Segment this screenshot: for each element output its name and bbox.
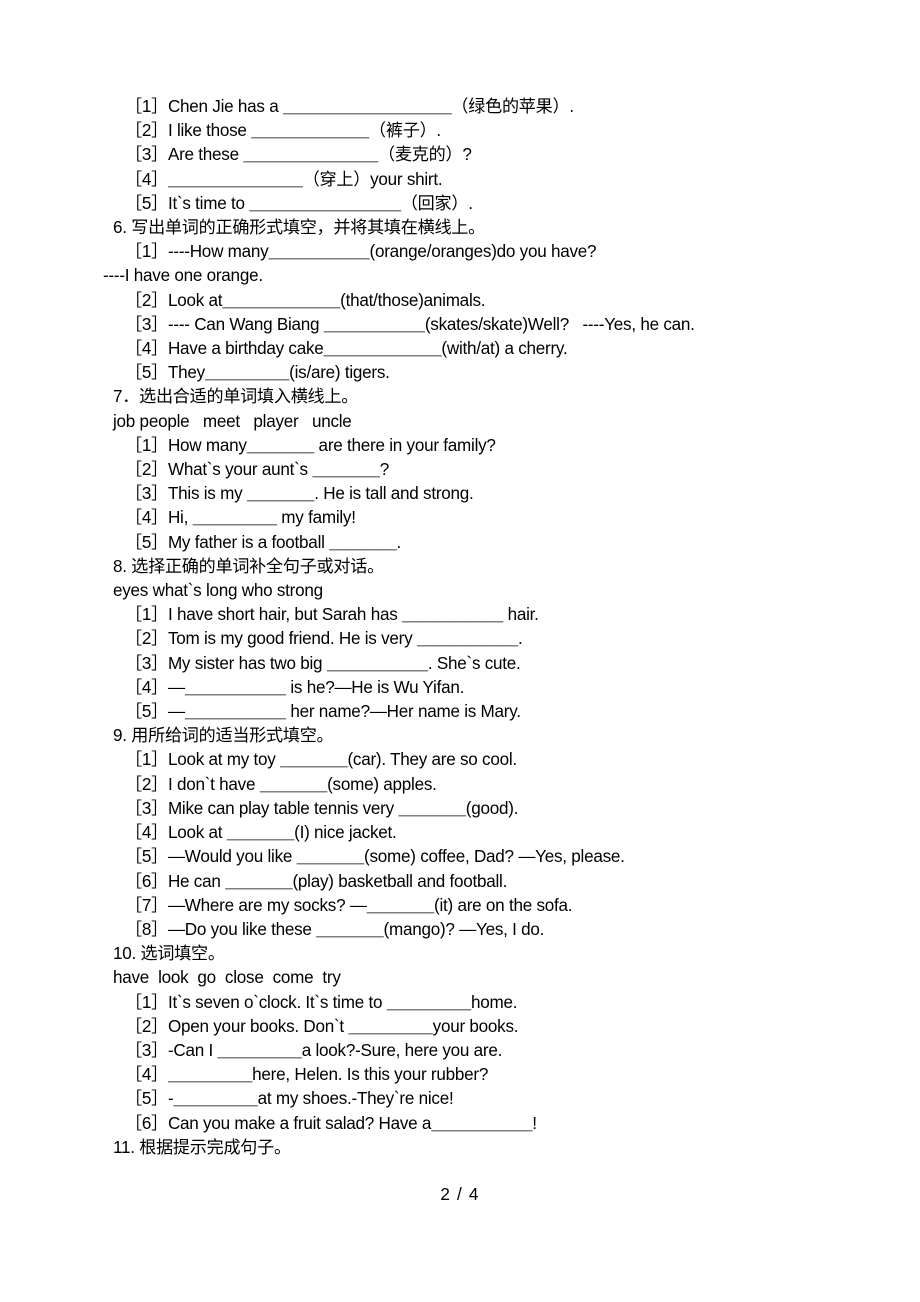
exercise-item: ［5］They＿＿＿＿＿(is/are) tigers.: [125, 363, 390, 383]
exercise-item: ［4］—＿＿＿＿＿＿ is he?—He is Wu Yifan.: [125, 677, 465, 697]
exercise-item: ［5］—Would you like ＿＿＿＿(some) coffee, Da…: [125, 847, 625, 867]
exercise-item: ［1］How many＿＿＿＿ are there in your family…: [125, 435, 496, 455]
exercise-item: ［3］---- Can Wang Biang ＿＿＿＿＿＿(skates/ska…: [125, 314, 695, 334]
exercise-item: ［1］Chen Jie has a ＿＿＿＿＿＿＿＿＿＿（绿色的苹果）.: [125, 97, 574, 116]
exercise-item: ［1］I have short hair, but Sarah has ＿＿＿＿…: [125, 605, 539, 625]
exercise-item: ［5］-＿＿＿＿＿at my shoes.-They`re nice!: [125, 1089, 454, 1109]
page-number: 2 / 4: [440, 1185, 480, 1204]
exercise-item: ［2］I like those ＿＿＿＿＿＿＿（裤子）.: [125, 121, 441, 141]
exercise-item: ［4］Look at ＿＿＿＿(I) nice jacket.: [125, 823, 397, 843]
exercise-item: ［8］—Do you like these ＿＿＿＿(mango)? —Yes,…: [125, 919, 545, 939]
exercise-item: ［2］Tom is my good friend. He is very ＿＿＿…: [125, 629, 523, 649]
section-heading: 9. 用所给词的适当形式填空。: [113, 726, 334, 746]
exercise-item: ［2］Open your books. Don`t ＿＿＿＿＿your book…: [125, 1016, 519, 1036]
exercise-item: ［2］What`s your aunt`s ＿＿＿＿?: [125, 460, 389, 480]
exercise-item: ［7］—Where are my socks? —＿＿＿＿(it) are on…: [125, 895, 573, 915]
exercise-item: ［5］—＿＿＿＿＿＿ her name?—Her name is Mary.: [125, 702, 521, 722]
exercise-item: ［4］Hi, ＿＿＿＿＿ my family!: [125, 508, 356, 528]
word-bank: eyes what`s long who strong: [113, 581, 323, 601]
exercise-item: ［3］My sister has two big ＿＿＿＿＿＿. She`s c…: [125, 653, 521, 673]
exercise-item: ［4］＿＿＿＿＿＿＿＿（穿上）your shirt.: [125, 169, 443, 189]
exercise-item: ［1］It`s seven o`clock. It`s time to ＿＿＿＿…: [125, 992, 518, 1012]
word-bank: job people meet player uncle: [113, 411, 352, 431]
exercise-item: ［6］Can you make a fruit salad? Have a＿＿＿…: [125, 1113, 537, 1133]
exercise-item: ［2］Look at＿＿＿＿＿＿＿(that/those)animals.: [125, 290, 486, 310]
exercise-item: ［4］＿＿＿＿＿here, Helen. Is this your rubber…: [125, 1065, 489, 1085]
exercise-item: ［3］-Can I ＿＿＿＿＿a look?-Sure, here you ar…: [125, 1040, 503, 1060]
exercise-item: ［3］Are these ＿＿＿＿＿＿＿＿（麦克的）?: [125, 145, 472, 165]
section-heading: 6. 写出单词的正确形式填空，并将其填在横线上。: [113, 218, 485, 238]
worksheet-content: ［1］Chen Jie has a ＿＿＿＿＿＿＿＿＿＿（绿色的苹果）. ［2］I…: [103, 95, 860, 1160]
exercise-item: ［1］Look at my toy ＿＿＿＿(car). They are so…: [125, 750, 517, 770]
exercise-item: ［3］This is my ＿＿＿＿. He is tall and stron…: [125, 484, 474, 504]
section-heading: 7．选出合适的单词填入横线上。: [113, 387, 359, 407]
exercise-item: ［3］Mike can play table tennis very ＿＿＿＿(…: [125, 798, 519, 818]
exercise-item: ［2］I don`t have ＿＿＿＿(some) apples.: [125, 774, 437, 794]
continuation-line: ----I have one orange.: [103, 266, 263, 286]
exercise-item: ［5］My father is a football ＿＿＿＿.: [125, 532, 402, 552]
section-heading: 10. 选词填空。: [113, 944, 225, 964]
exercise-item: ［4］Have a birthday cake＿＿＿＿＿＿＿(with/at) …: [125, 339, 568, 359]
exercise-item: ［5］It`s time to ＿＿＿＿＿＿＿＿＿（回家）.: [125, 193, 473, 213]
exercise-item: ［1］----How many＿＿＿＿＿＿(orange/oranges)do …: [125, 242, 597, 262]
section-heading: 11. 根据提示完成句子。: [113, 1137, 291, 1157]
section-heading: 8. 选择正确的单词补全句子或对话。: [113, 556, 384, 576]
exercise-item: ［6］He can ＿＿＿＿(play) basketball and foot…: [125, 871, 508, 891]
word-bank: have look go close come try: [113, 968, 341, 988]
worksheet-page: ［1］Chen Jie has a ＿＿＿＿＿＿＿＿＿＿（绿色的苹果）. ［2］I…: [0, 0, 920, 1302]
